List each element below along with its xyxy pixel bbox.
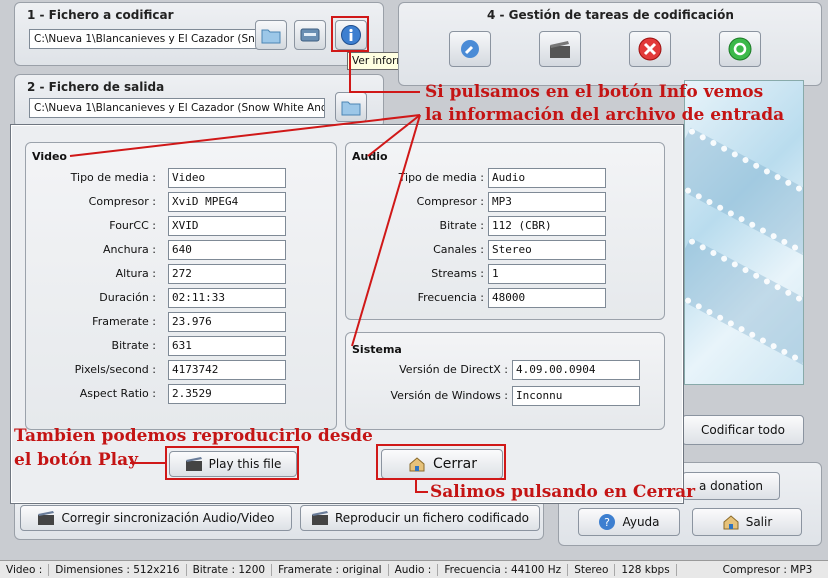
- status-item: Framerate : original: [272, 563, 389, 576]
- play-annotation-line1: Tambien podemos reproducirlo desde: [14, 426, 373, 446]
- close-annotation: Salimos pulsando en Cerrar: [430, 482, 696, 502]
- status-item: Compresor : MP3: [722, 563, 813, 576]
- play-annotation-line2: el botón Play: [14, 450, 139, 470]
- status-item: Dimensiones : 512x216: [49, 563, 187, 576]
- status-item: Video :: [0, 563, 50, 576]
- status-item: Stereo: [568, 563, 616, 576]
- status-item: Audio :: [389, 563, 439, 576]
- status-bar: Video : Dimensiones : 512x216 Bitrate : 12…: [0, 560, 828, 578]
- status-item: Frecuencia : 44100 Hz: [438, 563, 569, 576]
- status-item: Bitrate : 1200: [187, 563, 273, 576]
- info-annotation-line2: la información del archivo de entrada: [425, 105, 785, 125]
- status-item: 128 kbps: [615, 563, 677, 576]
- info-annotation-line1: Si pulsamos en el botón Info vemos: [425, 82, 764, 102]
